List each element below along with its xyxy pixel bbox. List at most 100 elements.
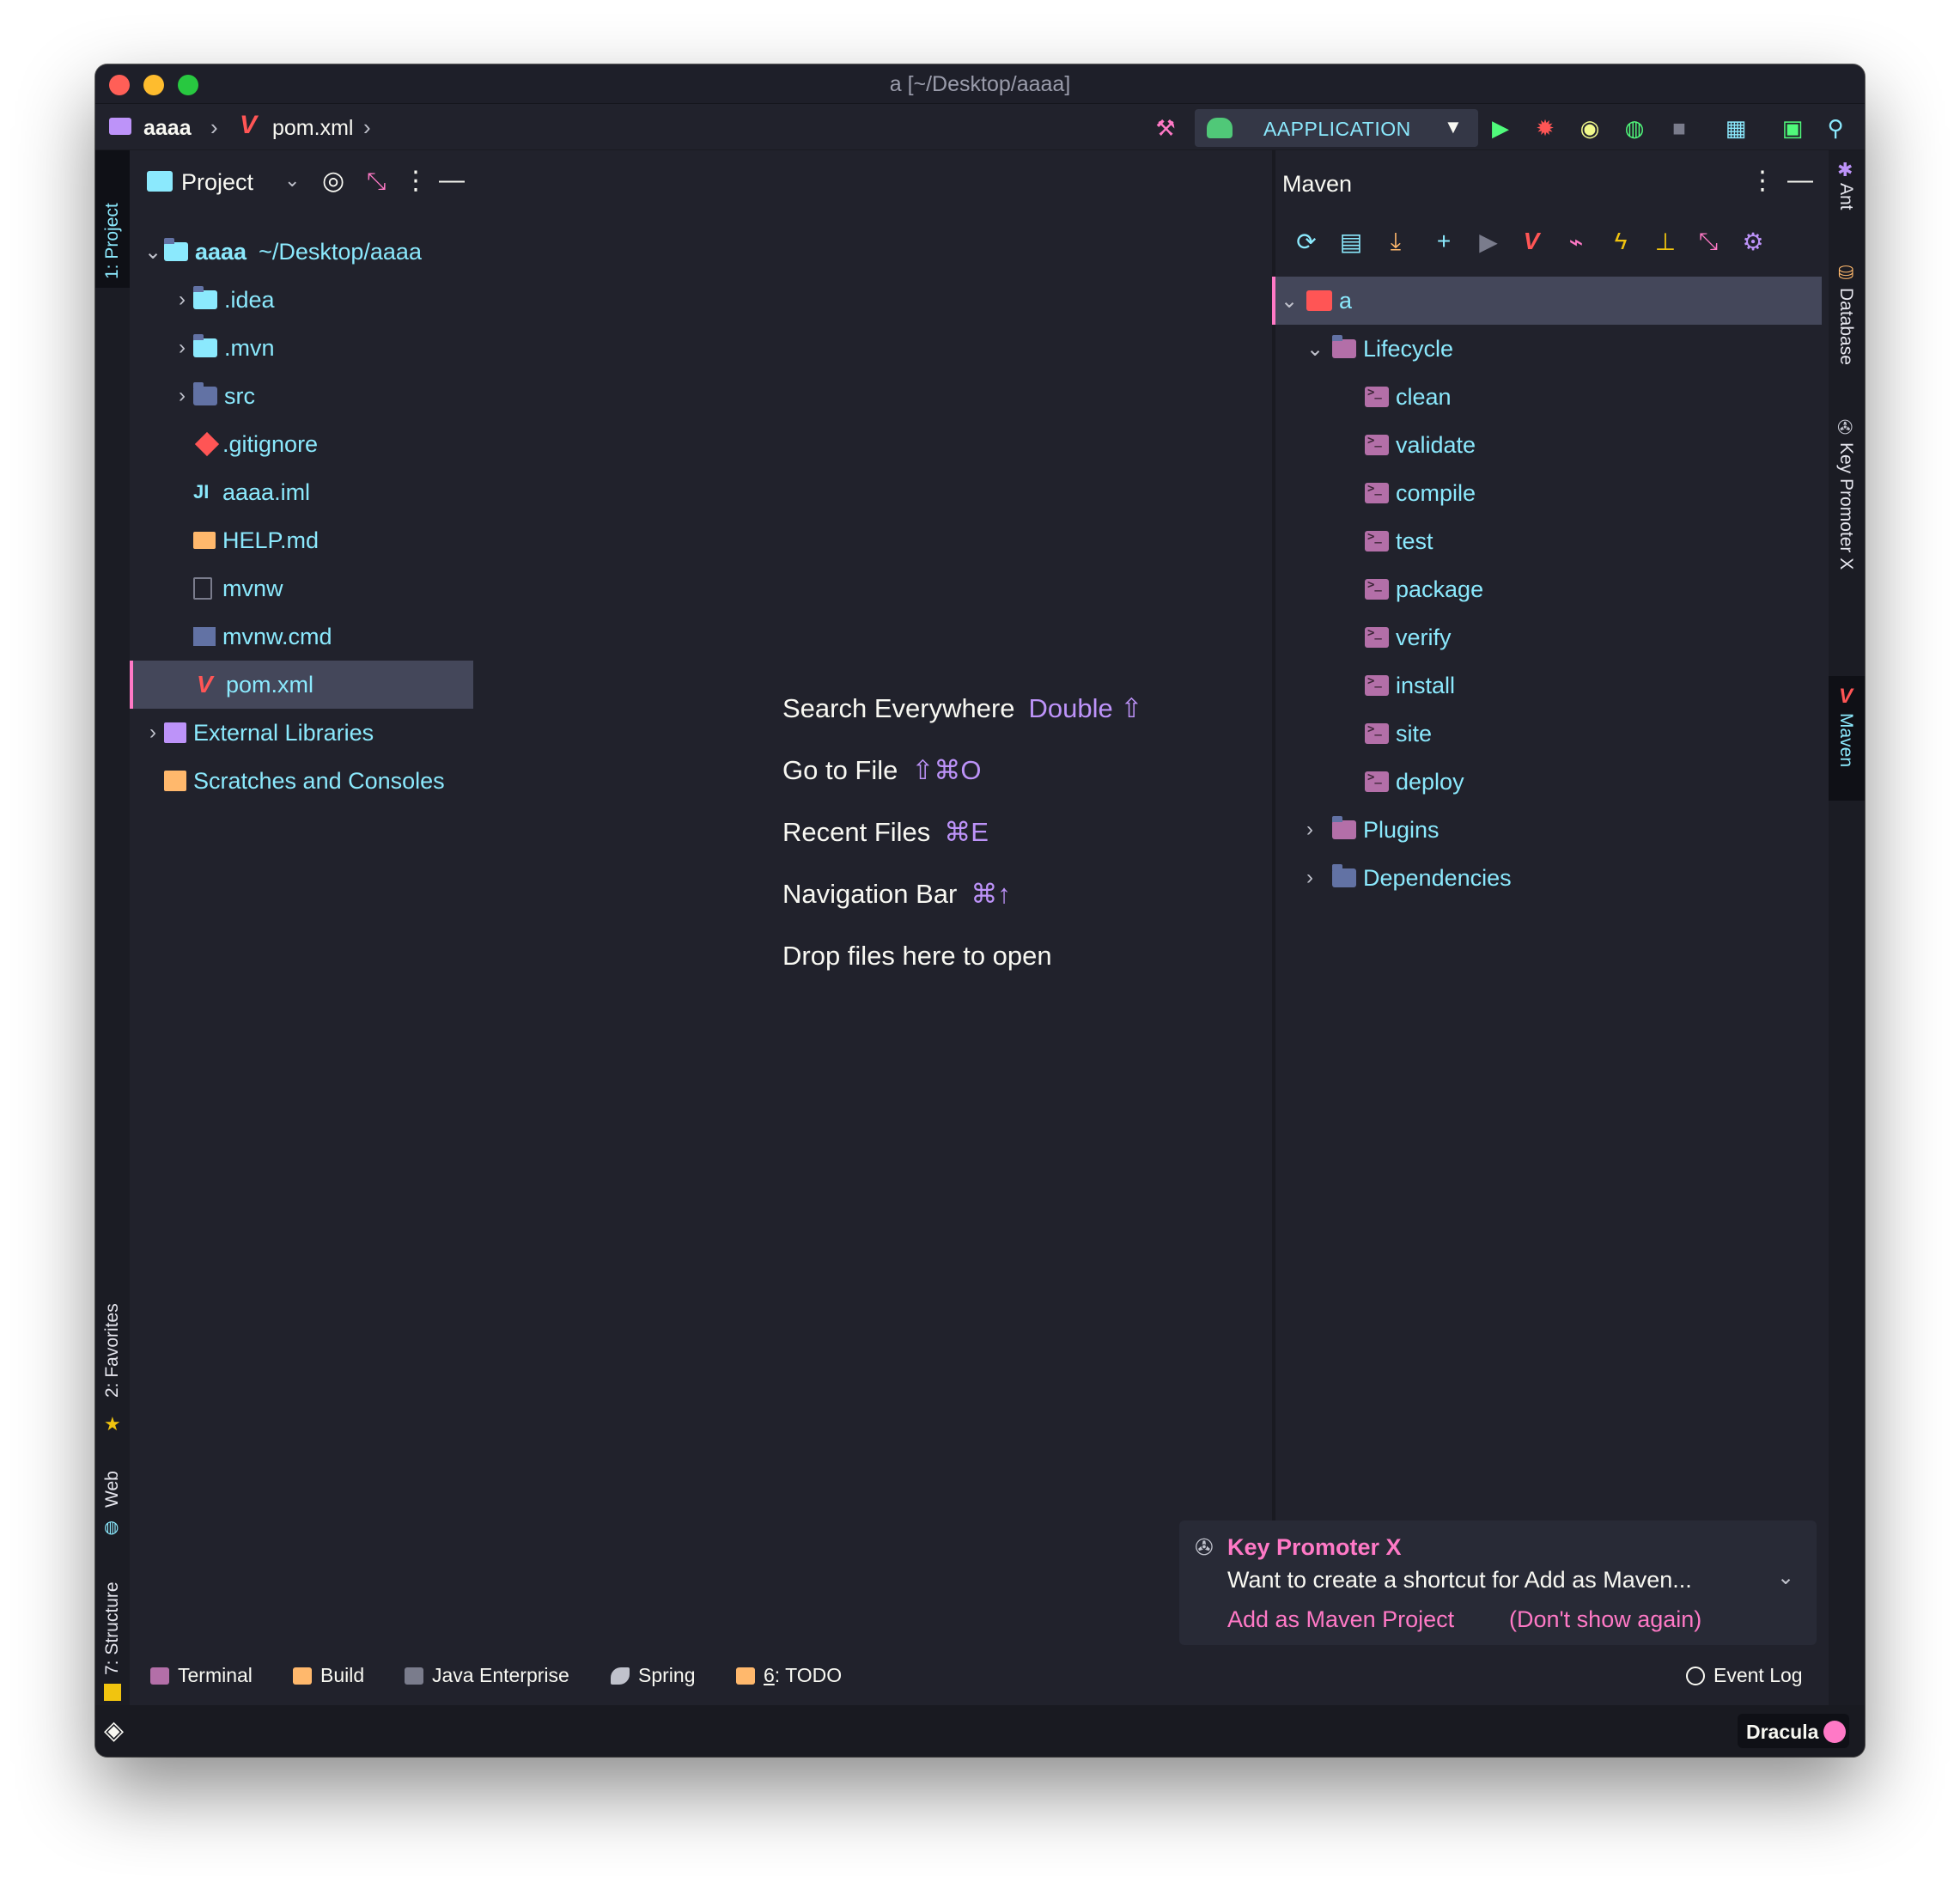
goal-icon <box>1365 386 1389 407</box>
more-options-icon[interactable]: ⋮ <box>403 166 429 196</box>
cmd-file-icon <box>193 627 216 646</box>
hint-drop-files: Drop files here to open <box>782 941 1052 972</box>
maven-panel-title: Maven <box>1282 171 1353 197</box>
collapse-all-icon[interactable]: ⤡ <box>1693 226 1724 257</box>
maven-goal-row[interactable]: clean <box>1365 373 1452 421</box>
maven-panel: Maven ⋮ — ⟳ ▤ ⤓ + ▶ V ⌁ ϟ ⊥ ⤡ ⚙ ⌄ a ⌄ Li… <box>1272 150 1830 1714</box>
project-structure-icon[interactable]: ▦ <box>1722 114 1750 142</box>
tree-item-mvnw-cmd[interactable]: mvnw.cmd <box>193 612 332 661</box>
expand-chevron-down-icon[interactable]: ⌄ <box>1777 1565 1794 1590</box>
navigation-bar: aaaa › V pom.xml › ⚒ AAPPLICATION ▼ ▶ ✹ … <box>95 104 1865 150</box>
reload-icon[interactable]: ⟳ <box>1291 226 1322 257</box>
tool-java-enterprise[interactable]: Java Enterprise <box>405 1664 569 1687</box>
maven-dependencies-row[interactable]: › Dependencies <box>1306 854 1512 902</box>
build-hammer-icon[interactable]: ⚒ <box>1152 114 1179 142</box>
project-view-selector[interactable]: Project <box>181 169 253 196</box>
maven-goal-row[interactable]: deploy <box>1365 758 1464 806</box>
project-folder-icon <box>164 238 188 261</box>
tool-event-log[interactable]: Event Log <box>1686 1664 1803 1687</box>
tree-item-mvn[interactable]: › .mvn <box>171 324 275 372</box>
maven-logo-icon: V <box>1839 685 1853 708</box>
search-icon[interactable]: ⚲ <box>1822 114 1849 142</box>
structure-icon <box>104 1684 121 1701</box>
tree-item-gitignore[interactable]: .gitignore <box>193 420 318 468</box>
run-maven-goal-icon[interactable]: ▶ <box>1473 226 1504 257</box>
tool-terminal[interactable]: Terminal <box>150 1664 253 1687</box>
hint-go-to-file: Go to File ⇧⌘O <box>782 755 981 786</box>
tab-structure[interactable]: 7: Structure <box>102 1581 123 1675</box>
tree-item-help-md[interactable]: HELP.md <box>193 516 319 564</box>
tree-item-external-libraries[interactable]: › External Libraries <box>142 709 374 757</box>
chevron-right-icon: › <box>149 721 156 744</box>
chevron-right-icon: › <box>363 114 371 140</box>
tab-web[interactable]: Web <box>102 1471 123 1508</box>
tool-todo[interactable]: 6: TODO <box>736 1664 842 1687</box>
settings-gear-icon[interactable]: ⚙ <box>1738 226 1768 257</box>
maven-goal-row[interactable]: validate <box>1365 421 1476 469</box>
run-icon[interactable]: ▶ <box>1487 114 1514 142</box>
tree-item-idea[interactable]: › .idea <box>171 276 275 324</box>
tree-item-scratches[interactable]: Scratches and Consoles <box>164 757 445 805</box>
tool-spring[interactable]: Spring <box>611 1664 695 1687</box>
tree-item-pom-xml[interactable]: V pom.xml <box>130 661 473 709</box>
dont-show-again-link[interactable]: (Don't show again) <box>1509 1606 1701 1633</box>
terminal-toolbar-icon[interactable]: ▣ <box>1779 114 1806 142</box>
tab-ant[interactable]: Ant <box>1835 183 1856 210</box>
profiler-icon[interactable]: ◍ <box>1621 114 1648 142</box>
chevron-down-icon: ⌄ <box>1306 337 1324 361</box>
breadcrumb-project[interactable]: aaaa <box>143 116 192 141</box>
breadcrumb-file[interactable]: pom.xml <box>272 116 353 141</box>
tool-label: Spring <box>638 1664 696 1686</box>
theme-dot-icon <box>1823 1721 1846 1743</box>
execute-maven-goal-icon[interactable]: V <box>1516 226 1547 257</box>
locate-target-icon[interactable]: ◎ <box>322 166 344 196</box>
show-dependencies-icon[interactable]: ⊥ <box>1650 226 1681 257</box>
tree-item-label: HELP.md <box>222 527 320 553</box>
chevron-down-icon: ▼ <box>1444 116 1463 137</box>
tab-key-promoter[interactable]: Key Promoter X <box>1835 442 1856 570</box>
maven-goal-row[interactable]: verify <box>1365 613 1452 661</box>
maven-goal-row[interactable]: test <box>1365 517 1433 565</box>
toggle-offline-icon[interactable]: ⌁ <box>1561 226 1592 257</box>
hide-panel-icon[interactable]: — <box>439 166 465 195</box>
tree-item-iml[interactable]: JI aaaa.iml <box>193 468 310 516</box>
collapse-all-icon[interactable]: ⤡ <box>367 168 386 196</box>
tree-root-row[interactable]: ⌄ aaaa ~/Desktop/aaaa <box>142 228 422 276</box>
maven-goal-row[interactable]: package <box>1365 565 1483 613</box>
maven-dependencies-label: Dependencies <box>1363 864 1512 891</box>
generate-sources-icon[interactable]: ▤ <box>1336 226 1367 257</box>
run-with-coverage-icon[interactable]: ◉ <box>1576 114 1604 142</box>
maven-lifecycle-row[interactable]: ⌄ Lifecycle <box>1306 325 1453 373</box>
maven-goal-label: test <box>1396 527 1433 554</box>
skip-tests-icon[interactable]: ϟ <box>1605 226 1636 257</box>
goal-icon <box>1365 482 1389 503</box>
chevron-right-icon: › <box>179 288 186 311</box>
bottom-tool-bar: Terminal Build Java Enterprise Spring 6:… <box>130 1648 1830 1705</box>
download-icon[interactable]: ⤓ <box>1380 226 1411 257</box>
maven-goal-row[interactable]: site <box>1365 710 1432 758</box>
stop-icon[interactable]: ■ <box>1665 114 1693 142</box>
tree-item-src[interactable]: › src <box>171 372 255 420</box>
maven-goal-label: validate <box>1396 431 1476 458</box>
maven-goal-row[interactable]: install <box>1365 661 1455 710</box>
tree-item-mvnw[interactable]: mvnw <box>193 564 283 612</box>
theme-indicator[interactable]: Dracula <box>1738 1714 1849 1748</box>
maven-project-row[interactable]: ⌄ a <box>1272 277 1822 325</box>
layers-icon[interactable]: ◈ <box>104 1715 124 1746</box>
tab-maven[interactable]: Maven <box>1835 713 1856 767</box>
maven-plugins-row[interactable]: › Plugins <box>1306 806 1440 854</box>
tool-build[interactable]: Build <box>293 1664 364 1687</box>
tab-project[interactable]: 1: Project <box>102 203 123 279</box>
project-panel: Project ⌄ ◎ ⤡ ⋮ — ⌄ aaaa ~/Desktop/aaaa … <box>130 150 568 863</box>
tab-favorites[interactable]: 2: Favorites <box>102 1303 123 1398</box>
left-tool-stripe: 1: Project 2: Favorites ★ Web ◍ 7: Struc… <box>95 150 130 1714</box>
goal-icon <box>1365 578 1389 600</box>
add-icon[interactable]: + <box>1428 226 1459 257</box>
hide-panel-icon[interactable]: — <box>1787 166 1813 195</box>
tab-database[interactable]: Database <box>1835 288 1856 365</box>
run-configuration-selector[interactable]: AAPPLICATION ▼ <box>1195 109 1478 147</box>
more-options-icon[interactable]: ⋮ <box>1750 166 1775 196</box>
add-as-maven-project-link[interactable]: Add as Maven Project <box>1227 1606 1454 1633</box>
maven-goal-row[interactable]: compile <box>1365 469 1476 517</box>
debug-bug-icon[interactable]: ✹ <box>1531 114 1559 142</box>
